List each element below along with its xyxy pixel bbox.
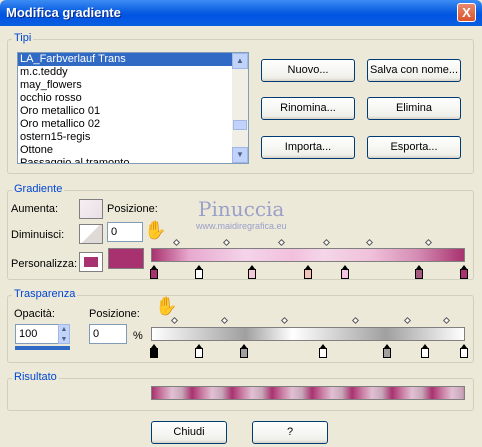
- list-item[interactable]: LA_Farbverlauf Trans: [18, 53, 248, 66]
- transparency-stop-marker[interactable]: [383, 344, 391, 358]
- list-item[interactable]: Passaggio al tramonto: [18, 157, 248, 163]
- export-button[interactable]: Esporta...: [367, 136, 461, 159]
- opacity-spinner[interactable]: ▲ ▼: [58, 324, 70, 344]
- opacita-label: Opacità:: [14, 308, 55, 320]
- gradient-list[interactable]: LA_Farbverlauf Trans m.c.teddy may_flowers…: [17, 52, 249, 164]
- delete-button[interactable]: Elimina: [367, 97, 461, 120]
- gradient-stop-marker[interactable]: [460, 265, 468, 279]
- window-title: Modifica gradiente: [6, 5, 121, 20]
- pointer-hand-icon-2: ✋: [155, 296, 178, 316]
- title-bar: Modifica gradiente X: [0, 0, 482, 26]
- transparency-bar[interactable]: [151, 327, 465, 341]
- gradient-stop-marker[interactable]: [341, 265, 349, 279]
- list-item[interactable]: m.c.teddy: [18, 66, 248, 79]
- trasp-posizione-label: Posizione:: [89, 308, 140, 320]
- save-as-button[interactable]: Salva con nome...: [367, 59, 461, 82]
- gradient-editor-window: Modifica gradiente X Tipi LA_Farbverlauf…: [0, 0, 482, 447]
- list-item[interactable]: Ottone: [18, 144, 248, 157]
- custom-color-preview[interactable]: [108, 248, 144, 269]
- aumenta-label: Aumenta:: [11, 203, 59, 215]
- posizione-label: Posizione:: [107, 203, 158, 215]
- result-bar: [151, 386, 465, 400]
- scroll-thumb[interactable]: [233, 120, 247, 130]
- close-dialog-button[interactable]: Chiudi: [151, 421, 227, 444]
- close-button[interactable]: X: [457, 3, 476, 22]
- transparency-stop-marker[interactable]: [150, 344, 158, 358]
- transparency-stop-marker[interactable]: [319, 344, 327, 358]
- list-item[interactable]: Oro metallico 01: [18, 105, 248, 118]
- list-item[interactable]: Oro metallico 02: [18, 118, 248, 131]
- gradient-stop-marker[interactable]: [415, 265, 423, 279]
- opacity-slider[interactable]: [15, 346, 70, 350]
- transparency-stop-marker[interactable]: [195, 344, 203, 358]
- personalizza-label: Personalizza:: [11, 258, 78, 270]
- diminuisci-label: Diminuisci:: [11, 229, 65, 241]
- opacity-input[interactable]: 100: [15, 324, 59, 344]
- diminuisci-swatch[interactable]: [79, 224, 103, 244]
- gradiente-group-label: Gradiente: [12, 183, 65, 195]
- scroll-down-icon[interactable]: ▼: [232, 147, 248, 163]
- new-button[interactable]: Nuovo...: [261, 59, 355, 82]
- transparency-stop-marker[interactable]: [240, 344, 248, 358]
- gradient-position-input[interactable]: 0: [107, 222, 143, 242]
- tipi-group-label: Tipi: [12, 32, 34, 44]
- gradient-stop-marker[interactable]: [195, 265, 203, 279]
- list-item[interactable]: ostern15-regis: [18, 131, 248, 144]
- risultato-group-label: Risultato: [12, 371, 59, 383]
- trasparenza-group-label: Trasparenza: [12, 288, 78, 300]
- list-item[interactable]: occhio rosso: [18, 92, 248, 105]
- gradient-bar[interactable]: [151, 248, 465, 262]
- list-scrollbar[interactable]: ▲ ▼: [232, 53, 248, 163]
- gradient-stop-marker[interactable]: [150, 265, 158, 279]
- import-button[interactable]: Importa...: [261, 136, 355, 159]
- personalizza-swatch[interactable]: [79, 252, 103, 272]
- trasp-percent-label: %: [133, 330, 143, 342]
- list-item[interactable]: may_flowers: [18, 79, 248, 92]
- watermark-name: Pinuccia: [198, 197, 285, 221]
- pointer-hand-icon: ✋: [144, 220, 167, 240]
- transparency-stop-marker[interactable]: [421, 344, 429, 358]
- help-button[interactable]: ?: [252, 421, 328, 444]
- watermark-url: www.maidiregrafica.eu: [196, 221, 287, 231]
- gradient-stop-marker[interactable]: [248, 265, 256, 279]
- rename-button[interactable]: Rinomina...: [261, 97, 355, 120]
- gradient-stop-marker[interactable]: [304, 265, 312, 279]
- aumenta-swatch[interactable]: [79, 199, 103, 219]
- transparency-position-input[interactable]: 0: [89, 324, 127, 344]
- scroll-up-icon[interactable]: ▲: [232, 53, 248, 69]
- transparency-stop-marker[interactable]: [460, 344, 468, 358]
